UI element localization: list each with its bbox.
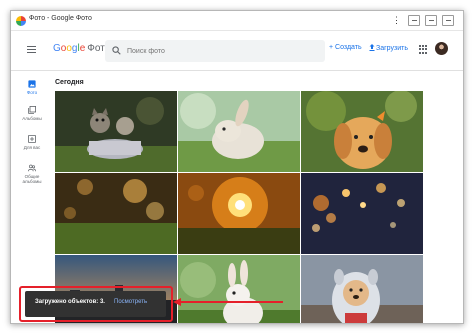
- main-menu-icon[interactable]: [27, 46, 36, 54]
- photo-icon: [28, 80, 36, 88]
- photo-dog-in-costume[interactable]: [301, 255, 423, 323]
- maximize-button[interactable]: [425, 15, 437, 26]
- photo-dog-with-butterfly[interactable]: [301, 91, 423, 172]
- upload-icon: [369, 44, 375, 51]
- for-you-icon: [28, 135, 36, 143]
- window-menu-icon[interactable]: ⋮: [392, 14, 401, 26]
- window-title: Фото - Google Фото: [29, 15, 92, 22]
- search-icon: [112, 46, 121, 55]
- photo-bokeh-lights-night[interactable]: [301, 173, 423, 254]
- avatar[interactable]: [435, 42, 448, 55]
- upload-button[interactable]: Загрузить: [369, 44, 408, 52]
- sidebar-item-for-you[interactable]: Для вас: [15, 135, 49, 150]
- sidebar-item-shared-albums[interactable]: Общие альбомы: [15, 164, 49, 184]
- shared-albums-icon: [28, 164, 36, 172]
- app-header: GoogleФото + Создать Загрузить: [11, 31, 463, 71]
- date-group-heading: Сегодня: [55, 79, 84, 86]
- title-bar: Фото - Google Фото ⋮: [11, 11, 463, 31]
- photo-sunset-grass[interactable]: [178, 173, 300, 254]
- close-button[interactable]: [442, 15, 454, 26]
- google-photos-favicon-icon: [16, 16, 26, 26]
- minimize-button[interactable]: [408, 15, 420, 26]
- sidebar-item-photos[interactable]: Фото: [15, 80, 49, 95]
- albums-icon: [28, 106, 36, 114]
- search-input[interactable]: [127, 44, 307, 58]
- highlight-frame: [19, 286, 173, 322]
- upload-label: Загрузить: [376, 45, 408, 52]
- create-button[interactable]: + Создать: [329, 44, 362, 51]
- google-photos-logo[interactable]: Google Фото: [53, 43, 110, 54]
- photo-kittens-in-basket[interactable]: [55, 91, 177, 172]
- browser-window: Фото - Google Фото ⋮ GoogleФото + Создат…: [10, 10, 464, 324]
- search-box[interactable]: [105, 40, 325, 62]
- photo-rabbit-on-grass[interactable]: [178, 91, 300, 172]
- photo-white-rabbit[interactable]: [178, 255, 300, 323]
- apps-icon[interactable]: [419, 45, 428, 54]
- photo-bokeh-lights-warm[interactable]: [55, 173, 177, 254]
- annotation-arrow-icon: [173, 298, 283, 306]
- sidebar-item-albums[interactable]: Альбомы: [15, 106, 49, 121]
